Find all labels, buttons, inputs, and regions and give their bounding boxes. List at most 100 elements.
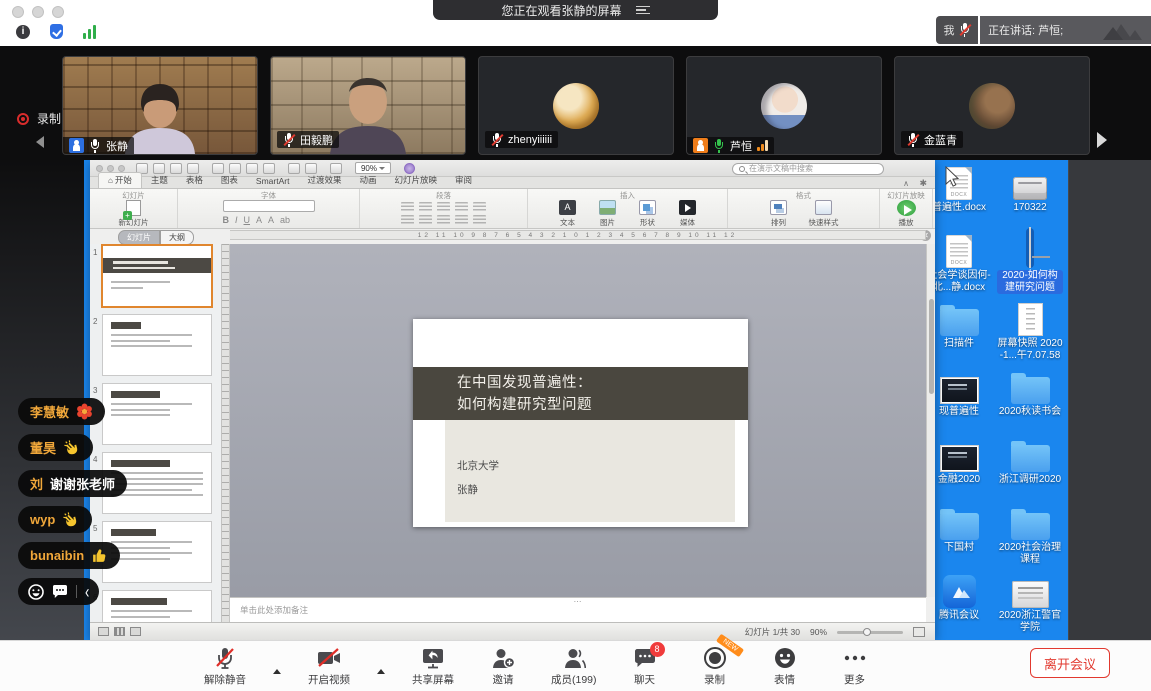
share-screen-button[interactable]: 共享屏幕 xyxy=(411,646,455,687)
panel-tab-outline[interactable]: 大纲 xyxy=(160,230,194,245)
desktop-file-shehuixue-docx[interactable]: 社会学谈因何-北...静.docx xyxy=(926,230,992,298)
current-slide[interactable]: 在中国发现普遍性： 如何构建研究型问题 北京大学 张静 xyxy=(413,319,748,527)
participant-video-jinlanqing[interactable]: 金蓝青 xyxy=(894,56,1090,155)
insert-text-button[interactable]: A文本 xyxy=(551,200,585,228)
chat-button[interactable]: 8 聊天 xyxy=(623,646,667,687)
collapse-ribbon-chevron[interactable]: ∧ xyxy=(903,179,909,188)
save-icon[interactable] xyxy=(170,163,182,174)
media-browser-icon[interactable] xyxy=(330,163,342,174)
help-icon[interactable] xyxy=(404,163,415,174)
more-button[interactable]: 更多 xyxy=(833,646,877,687)
view-switcher-buttons[interactable] xyxy=(98,627,141,636)
tab-smartart[interactable]: SmartArt xyxy=(247,175,299,188)
desktop-folder-governance-course[interactable]: 2020社会治理课程 xyxy=(997,502,1063,570)
cut-icon[interactable] xyxy=(212,163,224,174)
zoom-slider[interactable] xyxy=(837,631,903,634)
slide-thumbnail-1-selected[interactable] xyxy=(103,246,211,306)
print-icon[interactable] xyxy=(187,163,199,174)
scroll-participants-right-arrow[interactable] xyxy=(1097,132,1107,148)
video-options-caret[interactable] xyxy=(377,669,385,674)
redo-icon[interactable] xyxy=(305,163,317,174)
participant-video-luheng[interactable]: 芦恒 xyxy=(686,56,882,155)
participant-video-tianyipeng[interactable]: 田毅鹏 xyxy=(270,56,466,155)
slideshow-view-icon[interactable] xyxy=(130,627,141,636)
tab-charts[interactable]: 图表 xyxy=(212,173,247,188)
tab-animations[interactable]: 动画 xyxy=(350,173,385,188)
network-bars-icon[interactable] xyxy=(83,25,96,39)
annotation-menu-icon[interactable] xyxy=(636,6,650,15)
invite-button[interactable]: 邀请 xyxy=(481,646,525,687)
tab-themes[interactable]: 主题 xyxy=(142,173,177,188)
copy-icon[interactable] xyxy=(229,163,241,174)
vertical-ruler xyxy=(222,244,230,622)
slide-title-line1: 在中国发现普遍性： xyxy=(457,373,748,395)
slide-thumbnail-2[interactable] xyxy=(103,315,211,375)
arrange-button[interactable]: 排列 xyxy=(762,200,796,228)
window-traffic-lights[interactable] xyxy=(12,6,64,18)
insert-media-button[interactable]: 媒体 xyxy=(671,200,705,228)
emoji-button[interactable]: 表情 xyxy=(763,646,807,687)
tab-home[interactable]: ⌂开始 xyxy=(98,172,142,188)
record-button[interactable]: NEW 录制 xyxy=(693,646,737,687)
quick-styles-button[interactable]: 快速样式 xyxy=(802,200,846,228)
info-icon[interactable]: i xyxy=(16,25,30,39)
desktop-file-screenshot[interactable]: 屏幕快照 2020-1...午7.07.58 xyxy=(997,298,1063,366)
ribbon-settings-gear-icon[interactable]: ✱ xyxy=(919,178,927,189)
tab-slideshow[interactable]: 幻灯片放映 xyxy=(385,173,446,188)
notes-pane[interactable]: ⋯ 单击此处添加备注 xyxy=(230,597,926,622)
format-painter-icon[interactable] xyxy=(263,163,275,174)
zoom-window-dot[interactable] xyxy=(52,6,64,18)
desktop-file-jinrong2020[interactable]: 金融2020 xyxy=(926,434,992,502)
notes-resize-grip[interactable]: ⋯ xyxy=(574,597,583,606)
close-window-dot[interactable] xyxy=(12,6,24,18)
desktop-folder-zhejiang-survey[interactable]: 浙江调研2020 xyxy=(997,434,1063,502)
desktop-folder-xiaguocun[interactable]: 下国村 xyxy=(926,502,992,570)
ppt-window-controls[interactable] xyxy=(96,165,125,172)
zoom-slider-knob[interactable] xyxy=(863,628,871,636)
emoji-smiley-icon[interactable] xyxy=(28,584,44,600)
tab-transitions[interactable]: 过渡效果 xyxy=(298,173,350,188)
start-video-button[interactable]: 开启视频 xyxy=(307,646,351,687)
desktop-app-tencent-meeting[interactable]: 腾讯会议 xyxy=(926,570,992,638)
minimize-window-dot[interactable] xyxy=(32,6,44,18)
font-name-box[interactable] xyxy=(223,200,315,212)
desktop-drive-170322[interactable]: 170322 xyxy=(997,162,1063,230)
desktop-file-police-academy[interactable]: 2020浙江警官学院 xyxy=(997,570,1063,638)
members-button[interactable]: 成员(199) xyxy=(551,646,597,687)
desktop-folder-2020-reading-club[interactable]: 2020秋读书会 xyxy=(997,366,1063,434)
participant-video-zhenyi[interactable]: zhenyiiiiii xyxy=(478,56,674,155)
fit-slide-button[interactable] xyxy=(913,627,925,637)
chat-bubble-icon[interactable] xyxy=(52,584,68,599)
play-icon xyxy=(897,200,916,216)
presentation-search-field[interactable]: 在演示文稿中搜索 xyxy=(732,163,884,175)
scroll-participants-left-arrow[interactable] xyxy=(36,136,44,148)
participant-video-zhangjing[interactable]: 张静 xyxy=(62,56,258,155)
desktop-folder-saomiaojian[interactable]: 扫描件 xyxy=(926,298,992,366)
canvas-vertical-scrollbar[interactable] xyxy=(926,244,935,597)
font-style-buttons[interactable]: BIUAAab xyxy=(223,215,315,225)
normal-view-icon[interactable] xyxy=(98,627,109,636)
open-icon[interactable] xyxy=(153,163,165,174)
slide-canvas[interactable]: 在中国发现普遍性： 如何构建研究型问题 北京大学 张静 xyxy=(230,244,926,597)
tab-tables[interactable]: 表格 xyxy=(177,173,212,188)
paragraph-buttons[interactable] xyxy=(401,202,486,228)
unmute-button[interactable]: 解除静音 xyxy=(203,646,247,687)
clap-emoji-icon xyxy=(62,511,80,529)
paste-icon[interactable] xyxy=(246,163,258,174)
audio-options-caret[interactable] xyxy=(273,669,281,674)
new-slide-button[interactable]: 新幻灯片 xyxy=(119,200,149,228)
insert-picture-button[interactable]: 图片 xyxy=(591,200,625,228)
leave-meeting-button[interactable]: 离开会议 xyxy=(1030,648,1110,678)
collapse-bubbles-chevron[interactable]: ‹ xyxy=(85,582,89,600)
play-slideshow-button[interactable]: 播放 xyxy=(889,200,923,228)
scrollbar-thumb[interactable] xyxy=(929,299,934,394)
undo-icon[interactable] xyxy=(288,163,300,174)
panel-tab-slides[interactable]: 幻灯片 xyxy=(118,230,160,245)
mic-muted-icon xyxy=(283,133,295,147)
insert-shape-button[interactable]: 形状 xyxy=(631,200,665,228)
tab-review[interactable]: 审阅 xyxy=(446,173,481,188)
desktop-file-2020-research-question[interactable]: 2020-如何构建研究问题 xyxy=(997,230,1063,298)
slide-sorter-icon[interactable] xyxy=(114,627,125,636)
shield-icon[interactable] xyxy=(50,24,63,39)
desktop-file-xianpubianxing[interactable]: 现普遍性 xyxy=(926,366,992,434)
